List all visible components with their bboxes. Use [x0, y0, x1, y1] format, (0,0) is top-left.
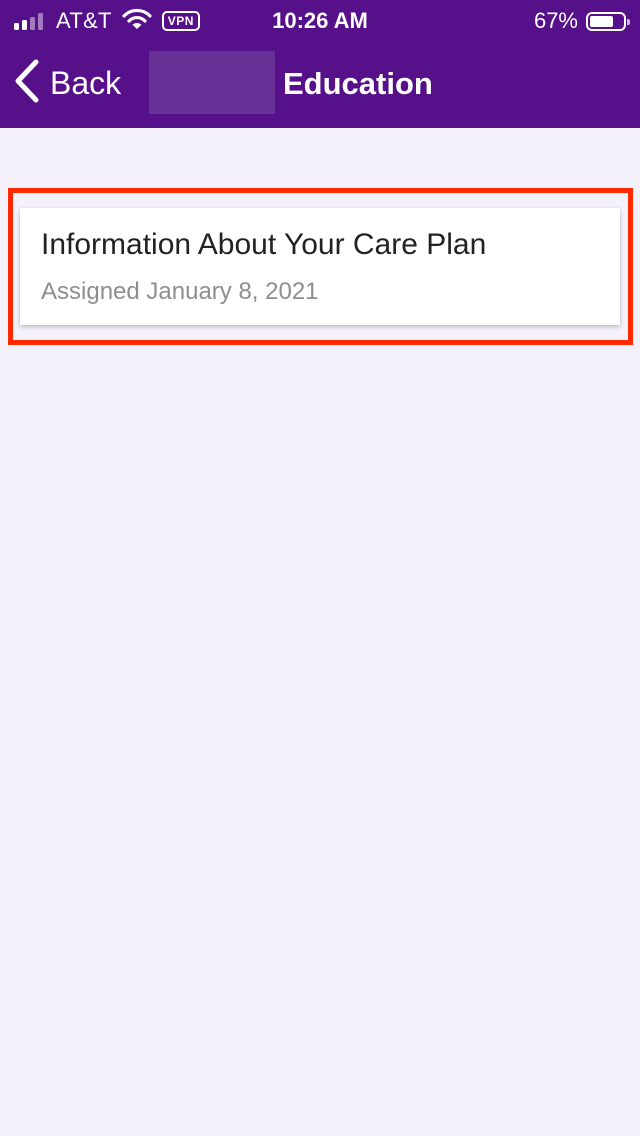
- education-item-card[interactable]: Information About Your Care Plan Assigne…: [20, 208, 620, 325]
- education-item-assigned-date: Assigned January 8, 2021: [41, 278, 319, 305]
- app-header: AT&T VPN 10:26 AM 67% Back Education: [0, 0, 640, 128]
- status-bar: AT&T VPN 10:26 AM 67%: [0, 0, 640, 40]
- carrier-label: AT&T: [56, 8, 112, 33]
- battery-percent: 67%: [533, 8, 578, 33]
- wifi-icon: [122, 8, 152, 35]
- status-bar-left: AT&T VPN: [14, 6, 200, 36]
- battery-icon: [586, 11, 630, 31]
- education-item-title: Information About Your Care Plan: [41, 228, 487, 261]
- page-title: Education: [283, 66, 433, 101]
- navigation-bar: Back Education: [0, 40, 640, 128]
- back-label: Back: [50, 64, 122, 101]
- vpn-badge: VPN: [161, 11, 200, 31]
- chevron-left-icon: [14, 59, 40, 108]
- back-button[interactable]: Back: [14, 59, 122, 108]
- redacted-area: [149, 51, 275, 114]
- status-bar-right: 67%: [533, 6, 630, 36]
- signal-icon: [14, 12, 46, 30]
